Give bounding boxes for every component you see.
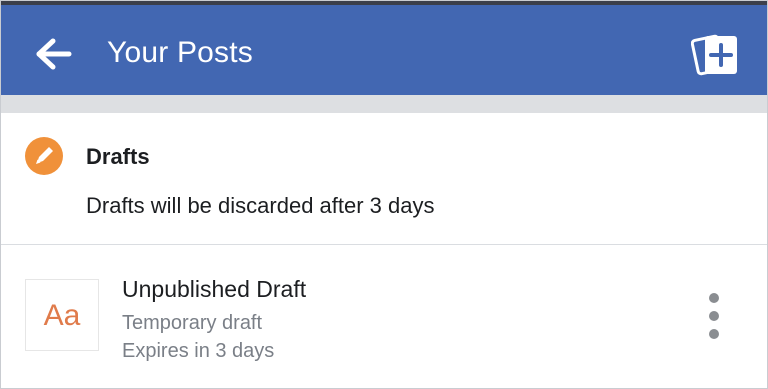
draft-thumbnail: Aa	[25, 279, 99, 351]
arrow-left-icon	[36, 38, 72, 70]
your-posts-screen: Your Posts Drafts Drafts will be discard…	[0, 0, 768, 389]
back-button[interactable]	[35, 35, 75, 73]
draft-title: Unpublished Draft	[122, 276, 307, 302]
more-vertical-icon	[709, 293, 719, 303]
top-app-bar: Your Posts	[1, 1, 767, 95]
drafts-section	[1, 113, 767, 245]
new-post-plus-icon	[690, 34, 737, 76]
drafts-expiry-note: Drafts will be discarded after 3 days	[86, 193, 435, 218]
more-vertical-icon-dot	[709, 311, 719, 321]
page-title: Your Posts	[107, 36, 253, 69]
pencil-icon-glyph	[36, 147, 53, 164]
drafts-title: Drafts	[86, 144, 150, 169]
new-post-button[interactable]	[690, 32, 743, 80]
section-divider	[1, 95, 767, 113]
draft-list-item[interactable]	[1, 245, 767, 388]
draft-subtitle: Temporary draft	[122, 312, 263, 334]
pencil-icon	[25, 137, 63, 175]
draft-expiry: Expires in 3 days	[122, 340, 275, 362]
more-vertical-icon-dot	[709, 329, 719, 339]
more-options-button[interactable]	[701, 293, 727, 339]
